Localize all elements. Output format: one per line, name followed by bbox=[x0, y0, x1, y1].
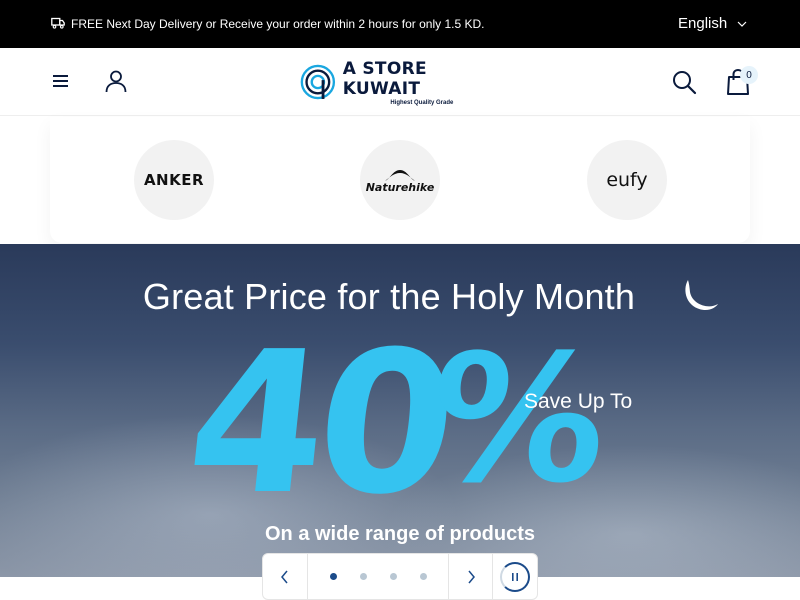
search-icon[interactable] bbox=[671, 69, 697, 95]
language-label: English bbox=[678, 15, 728, 32]
slide-dots bbox=[308, 573, 448, 580]
slide-pause-button[interactable] bbox=[493, 554, 537, 599]
hero-discount-percent: % bbox=[419, 317, 618, 522]
hero-save-label: Save Up To bbox=[524, 390, 633, 413]
chevron-down-icon bbox=[737, 21, 747, 27]
brand-logo-anker: ANKER bbox=[143, 171, 205, 189]
brand-anker[interactable]: ANKER bbox=[134, 140, 214, 220]
pause-icon bbox=[512, 572, 518, 581]
brand-logo-naturehike: Naturehike bbox=[365, 180, 435, 194]
brand-eufy[interactable]: eufy bbox=[587, 140, 667, 220]
brand-carousel: ANKER Naturehike eufy bbox=[50, 117, 750, 243]
brand-logo-eufy: eufy bbox=[606, 169, 648, 191]
account-icon[interactable] bbox=[104, 69, 128, 93]
slide-next-button[interactable] bbox=[448, 554, 493, 599]
crescent-moon-icon bbox=[685, 280, 718, 311]
slide-dot[interactable] bbox=[359, 573, 367, 580]
language-selector[interactable]: English bbox=[678, 15, 747, 32]
store-logo[interactable]: A STORE KUWAIT Highest Quality Grade bbox=[299, 58, 501, 106]
logo-name: A STORE KUWAIT bbox=[342, 58, 427, 99]
autoplay-progress-ring bbox=[500, 561, 530, 592]
site-header: A STORE KUWAIT Highest Quality Grade 0 bbox=[0, 48, 800, 116]
logo-mark-icon bbox=[300, 64, 336, 100]
slide-dot[interactable] bbox=[329, 573, 337, 580]
hero-subheadline: On a wide range of products bbox=[264, 523, 536, 545]
cart-count-badge: 0 bbox=[740, 66, 758, 84]
truck-icon bbox=[51, 17, 65, 29]
slide-prev-button[interactable] bbox=[263, 554, 308, 599]
hamburger-menu-icon[interactable] bbox=[52, 73, 70, 89]
slide-dot[interactable] bbox=[389, 573, 397, 580]
brand-naturehike[interactable]: Naturehike bbox=[360, 140, 440, 220]
logo-tagline: Highest Quality Grade bbox=[390, 99, 454, 106]
announcement-text: FREE Next Day Delivery or Receive your o… bbox=[71, 17, 485, 31]
slide-dot[interactable] bbox=[419, 573, 427, 580]
announcement-bar: FREE Next Day Delivery or Receive your o… bbox=[0, 0, 800, 48]
slideshow-controls bbox=[262, 553, 538, 600]
hero-discount-number: 40 bbox=[178, 310, 459, 538]
chevron-right-icon bbox=[467, 570, 475, 583]
chevron-left-icon bbox=[281, 570, 288, 583]
hero-banner[interactable]: Great Price for the Holy Month 40 % Save… bbox=[0, 244, 800, 577]
